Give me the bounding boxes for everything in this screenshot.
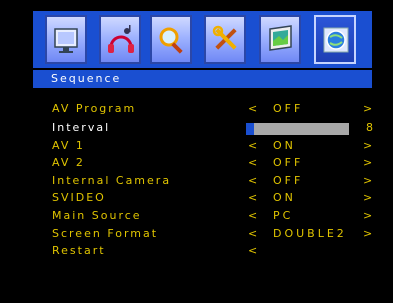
right-arrow-icon[interactable]: > — [363, 102, 372, 115]
interval-slider[interactable] — [246, 123, 349, 135]
right-arrow-icon[interactable]: > — [363, 139, 372, 152]
slider-value: 8 — [366, 121, 373, 134]
menu-item-value: OFF — [273, 156, 304, 169]
slider-fill — [246, 123, 255, 135]
left-arrow-icon[interactable]: < — [248, 102, 257, 115]
picture-icon — [54, 28, 78, 53]
menu-tab-bar — [33, 11, 372, 68]
page-title-bar: Sequence — [33, 70, 372, 88]
menu-item-svideo[interactable]: SVIDEO < ON > — [0, 191, 393, 207]
left-arrow-icon[interactable]: < — [248, 227, 257, 240]
menu-item-label: Restart — [52, 244, 106, 257]
left-arrow-icon[interactable]: < — [248, 244, 257, 257]
menu-item-value: OFF — [273, 174, 304, 187]
right-arrow-icon[interactable]: > — [363, 174, 372, 187]
right-arrow-icon[interactable]: > — [363, 191, 372, 204]
tab-picture[interactable] — [45, 15, 87, 64]
display-icon — [269, 25, 292, 51]
menu-item-av2[interactable]: AV 2 < OFF > — [0, 156, 393, 172]
menu-item-label: AV Program — [52, 102, 137, 115]
left-arrow-icon[interactable]: < — [248, 139, 257, 152]
menu-item-label: SVIDEO — [52, 191, 106, 204]
tab-globe[interactable] — [314, 15, 356, 64]
tab-display[interactable] — [259, 15, 301, 64]
tab-search[interactable] — [150, 15, 192, 64]
tab-settings[interactable] — [204, 15, 246, 64]
right-arrow-icon[interactable]: > — [363, 227, 372, 240]
menu-item-label: Main Source — [52, 209, 142, 222]
menu-item-restart[interactable]: Restart < — [0, 244, 393, 260]
left-arrow-icon[interactable]: < — [248, 174, 257, 187]
menu-item-av1[interactable]: AV 1 < ON > — [0, 139, 393, 155]
menu-item-label: Interval — [52, 121, 111, 134]
menu-item-label: AV 2 — [52, 156, 85, 169]
right-arrow-icon[interactable]: > — [363, 209, 372, 222]
menu-item-internal-camera[interactable]: Internal Camera < OFF > — [0, 174, 393, 190]
menu-item-av-program[interactable]: AV Program < OFF > — [0, 102, 393, 118]
menu-item-screen-format[interactable]: Screen Format < DOUBLE2 > — [0, 227, 393, 243]
left-arrow-icon[interactable]: < — [248, 191, 257, 204]
search-icon — [159, 27, 183, 54]
right-arrow-icon[interactable]: > — [363, 156, 372, 169]
audio-icon — [108, 25, 134, 53]
menu-item-value: ON — [273, 139, 296, 152]
menu-item-value: DOUBLE2 — [273, 227, 347, 240]
menu-item-label: Internal Camera — [52, 174, 172, 187]
menu-item-value: PC — [273, 209, 294, 222]
menu-item-value: OFF — [273, 102, 304, 115]
menu-item-interval[interactable]: Interval 8 — [0, 121, 393, 137]
page-title: Sequence — [51, 72, 122, 85]
tab-audio[interactable] — [99, 15, 141, 64]
globe-icon — [323, 27, 349, 53]
menu-item-value: ON — [273, 191, 296, 204]
menu-item-label: Screen Format — [52, 227, 159, 240]
left-arrow-icon[interactable]: < — [248, 156, 257, 169]
left-arrow-icon[interactable]: < — [248, 209, 257, 222]
menu-item-main-source[interactable]: Main Source < PC > — [0, 209, 393, 225]
menu-item-label: AV 1 — [52, 139, 85, 152]
settings-tools-icon — [212, 25, 237, 50]
